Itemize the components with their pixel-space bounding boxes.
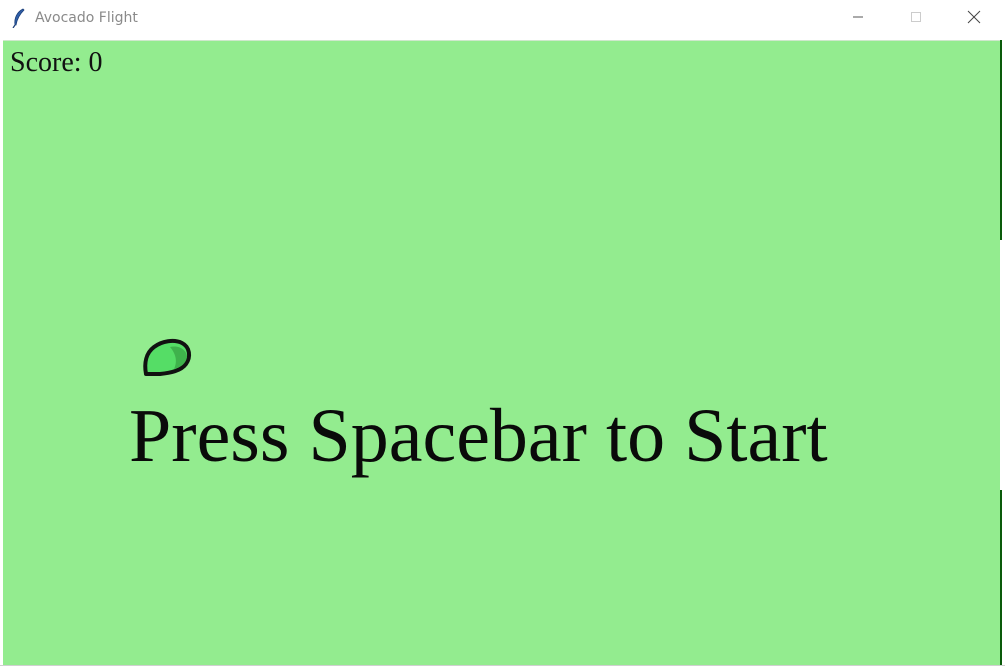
avocado-player (140, 325, 194, 379)
window-title: Avocado Flight (35, 10, 138, 26)
score-label: Score: 0 (10, 47, 103, 78)
minimize-button[interactable] (829, 0, 887, 38)
title-bar[interactable]: Avocado Flight (0, 0, 1005, 38)
game-window: Avocado Flight Score: 0 Press Spacebar t… (0, 0, 1005, 669)
maximize-button[interactable] (887, 0, 945, 38)
pipe-top (1000, 40, 1002, 240)
feather-icon (11, 8, 27, 29)
pipe-bottom (1000, 490, 1002, 665)
maximize-icon (910, 10, 922, 28)
game-canvas[interactable]: Score: 0 Press Spacebar to Start (3, 40, 1000, 665)
minimize-icon (852, 10, 864, 28)
window-bottom-border (0, 665, 1005, 669)
close-button[interactable] (945, 0, 1003, 38)
close-icon (967, 10, 981, 29)
start-message: Press Spacebar to Start (129, 394, 828, 478)
